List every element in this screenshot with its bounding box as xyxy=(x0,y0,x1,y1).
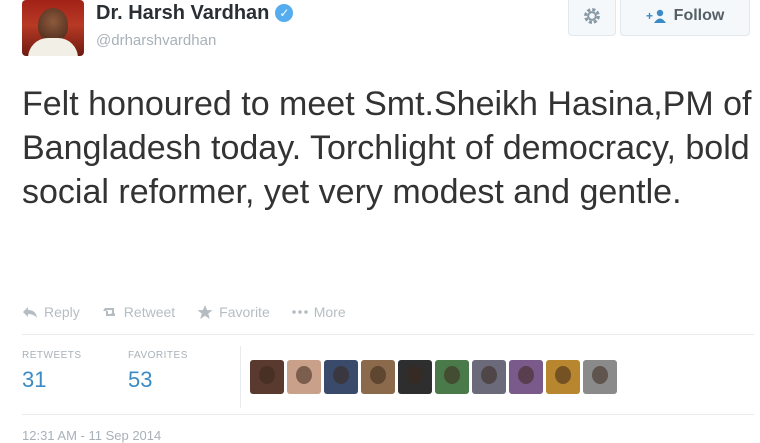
favoriter-avatar[interactable] xyxy=(583,360,617,394)
favoriter-avatar[interactable] xyxy=(287,360,321,394)
gear-icon xyxy=(584,8,600,24)
divider-bottom xyxy=(22,414,754,415)
svg-text:+: + xyxy=(646,9,653,23)
tweet-text: Felt honoured to meet Smt.Sheikh Hasina,… xyxy=(22,85,752,211)
retweets-label: RETWEETS xyxy=(22,350,82,361)
favoriter-avatar[interactable] xyxy=(250,360,284,394)
retweets-stat[interactable]: RETWEETS 31 xyxy=(22,350,82,393)
retweet-icon xyxy=(102,308,115,316)
retweets-count[interactable]: 31 xyxy=(22,367,82,393)
favoriter-avatar[interactable] xyxy=(398,360,432,394)
tweet-actions: Reply Retweet Favorite More xyxy=(22,300,346,324)
favoriter-avatar[interactable] xyxy=(361,360,395,394)
favorites-count[interactable]: 53 xyxy=(128,367,188,393)
more-label: More xyxy=(313,304,346,320)
favoriter-avatar[interactable] xyxy=(435,360,469,394)
favoriter-avatar[interactable] xyxy=(546,360,580,394)
favorites-label: FAVORITES xyxy=(128,350,188,361)
follow-label: Follow xyxy=(673,7,725,24)
follow-button[interactable]: + Follow xyxy=(620,0,750,36)
favoriter-avatar[interactable] xyxy=(472,360,506,394)
tweet-timestamp[interactable]: 12:31 AM - 11 Sep 2014 xyxy=(22,428,161,443)
reply-icon xyxy=(23,307,37,318)
reply-action[interactable]: Reply xyxy=(22,304,80,320)
gear-button[interactable] xyxy=(568,0,616,36)
retweet-label: Retweet xyxy=(123,304,176,320)
star-icon xyxy=(197,305,213,319)
favoriter-avatar[interactable] xyxy=(509,360,543,394)
author-name-row[interactable]: Dr. Harsh Vardhan ✓ xyxy=(96,2,294,25)
favoriter-avatars xyxy=(250,360,617,394)
favoriter-avatar[interactable] xyxy=(324,360,358,394)
author-avatar[interactable] xyxy=(22,0,84,56)
favorites-stat[interactable]: FAVORITES 53 xyxy=(128,350,188,393)
more-action[interactable]: More xyxy=(291,304,346,320)
author-name[interactable]: Dr. Harsh Vardhan xyxy=(96,2,269,24)
avatar-face xyxy=(38,8,68,42)
avatar-shirt xyxy=(28,38,78,56)
more-icon xyxy=(291,310,308,314)
tweet-card: Dr. Harsh Vardhan ✓ @drharshvardhan + Fol… xyxy=(0,0,760,443)
author-handle[interactable]: @drharshvardhan xyxy=(96,32,216,49)
favorite-action[interactable]: Favorite xyxy=(197,304,270,320)
reply-label: Reply xyxy=(44,304,80,320)
stats-separator xyxy=(240,346,241,408)
favorite-label: Favorite xyxy=(219,304,270,320)
add-user-icon: + xyxy=(646,9,666,23)
divider-top xyxy=(22,334,754,335)
verified-badge-icon: ✓ xyxy=(275,4,294,22)
retweet-action[interactable]: Retweet xyxy=(102,304,175,320)
